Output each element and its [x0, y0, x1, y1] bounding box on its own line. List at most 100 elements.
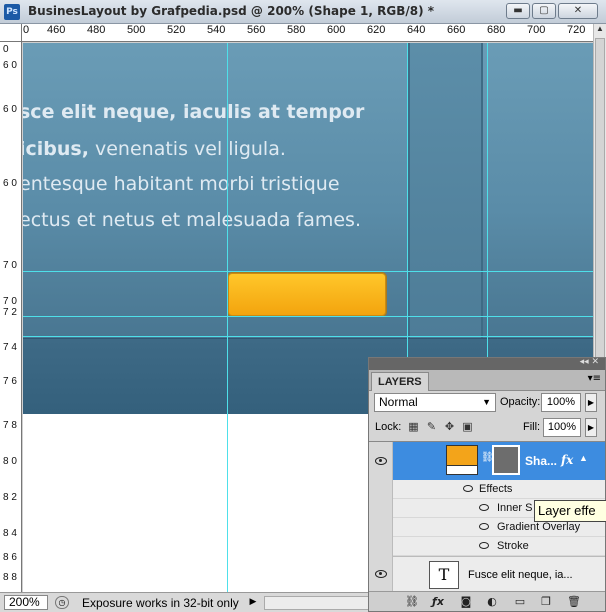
- layers-panel: ◂◂ ✕ LAYERS ▾≡ Normal ▼ Opacity: 100% ▶ …: [368, 357, 606, 612]
- visibility-column: [369, 480, 393, 556]
- ruler-label: 7 8: [3, 420, 17, 431]
- horizontal-ruler[interactable]: 0 460 480 500 520 540 560 580 600 620 64…: [22, 24, 593, 42]
- effects-label: Effects: [479, 483, 513, 495]
- scroll-up-icon[interactable]: ▲: [594, 24, 606, 37]
- status-message[interactable]: Exposure works in 32-bit only: [82, 596, 239, 610]
- photoshop-icon: Ps: [4, 4, 20, 20]
- layer-thumbnail: [446, 445, 478, 475]
- canvas-text-bold: icibus,: [23, 138, 89, 160]
- fill-slider-arrow-icon[interactable]: ▶: [585, 418, 597, 437]
- link-chain-icon[interactable]: ⛓: [481, 452, 494, 468]
- ruler-label: 8 8: [3, 572, 17, 583]
- vector-mask-thumbnail[interactable]: [492, 445, 520, 475]
- status-info-icon[interactable]: ◷: [55, 596, 69, 609]
- title-bar: Ps BusinesLayout by Grafpedia.psd @ 200%…: [0, 0, 606, 24]
- status-menu-arrow-icon[interactable]: ▶: [246, 596, 260, 607]
- ruler-label: 600: [327, 24, 346, 36]
- blend-mode-select[interactable]: Normal ▼: [374, 393, 496, 412]
- eye-icon[interactable]: [463, 485, 473, 492]
- opacity-label: Opacity:: [500, 396, 541, 408]
- tab-layers[interactable]: LAYERS: [371, 372, 429, 391]
- visibility-toggle[interactable]: [369, 442, 393, 480]
- canvas-text-line: sce elit neque, iaculis at tempor: [23, 101, 365, 123]
- ruler-label: 6 0: [3, 178, 17, 189]
- ruler-label: 460: [47, 24, 66, 36]
- horizontal-scrollbar[interactable]: [264, 596, 369, 610]
- fx-icon[interactable]: ƒx: [431, 595, 445, 609]
- chevron-down-icon: ▼: [482, 397, 491, 407]
- zoom-field[interactable]: 200%: [4, 595, 48, 610]
- effect-name: Gradient Overlay: [497, 521, 581, 533]
- ruler-label: 560: [247, 24, 266, 36]
- ruler-corner[interactable]: [0, 24, 22, 42]
- effect-row-stroke[interactable]: Stroke: [393, 537, 605, 556]
- adjustment-icon[interactable]: ◐: [485, 595, 499, 609]
- lock-pixels-icon[interactable]: ✎: [425, 420, 438, 433]
- fill-input[interactable]: 100%: [543, 418, 581, 437]
- collapse-panel-icon[interactable]: ◂◂ ✕: [580, 357, 599, 367]
- guide-line[interactable]: [23, 336, 593, 337]
- photoshop-window: Ps BusinesLayout by Grafpedia.psd @ 200%…: [0, 0, 606, 612]
- ruler-label: 700: [527, 24, 546, 36]
- minimize-button[interactable]: ▬: [506, 3, 530, 19]
- ruler-label: 520: [167, 24, 186, 36]
- ruler-label: 8 4: [3, 528, 17, 539]
- document-title: BusinesLayout by Grafpedia.psd @ 200% (S…: [28, 4, 435, 18]
- ruler-label: 660: [447, 24, 466, 36]
- new-layer-icon[interactable]: ❐: [539, 595, 553, 609]
- canvas-text-line: ectus et netus et malesuada fames.: [23, 209, 361, 231]
- panel-tab-bar: LAYERS ▾≡: [369, 370, 605, 391]
- ruler-label: 6 0: [3, 104, 17, 115]
- ruler-label: 7 4: [3, 342, 17, 353]
- vertical-ruler[interactable]: 0 6 0 6 0 6 0 7 0 7 0 7 2 7 4 7 6 7 8 8 …: [0, 42, 22, 592]
- opacity-input[interactable]: 100%: [541, 393, 581, 412]
- scrollbar-thumb[interactable]: [595, 38, 605, 358]
- layer-name[interactable]: Fusce elit neque, ia...: [468, 569, 573, 581]
- group-icon[interactable]: ▭: [513, 595, 527, 609]
- ruler-label: 480: [87, 24, 106, 36]
- ruler-label: 8 0: [3, 456, 17, 467]
- effects-row[interactable]: Effects: [393, 480, 605, 499]
- mask-icon[interactable]: ◙: [459, 595, 473, 609]
- ruler-label: 620: [367, 24, 386, 36]
- ruler-label: 500: [127, 24, 146, 36]
- eye-icon[interactable]: [479, 504, 489, 511]
- fx-icon[interactable]: fx: [561, 453, 573, 467]
- effect-name: Inner S: [497, 502, 533, 514]
- lock-transparency-icon[interactable]: ▦: [407, 420, 420, 433]
- ruler-label: 580: [287, 24, 306, 36]
- maximize-button[interactable]: ▢: [532, 3, 556, 19]
- layer-row-text[interactable]: T Fusce elit neque, ia...: [393, 556, 605, 591]
- eye-icon[interactable]: [479, 542, 489, 549]
- lock-position-icon[interactable]: ✥: [443, 420, 456, 433]
- layer-name[interactable]: Sha...: [525, 454, 557, 468]
- panel-menu-icon[interactable]: ▾≡: [588, 373, 601, 384]
- ruler-label: 0: [3, 44, 9, 55]
- close-button[interactable]: ✕: [558, 3, 598, 19]
- eye-icon: [375, 457, 387, 465]
- eye-icon[interactable]: [479, 523, 489, 530]
- layer-row-shape-1[interactable]: ⛓ Sha... fx ▲: [393, 442, 605, 480]
- eye-icon: [375, 570, 387, 578]
- trash-icon[interactable]: 🗑: [567, 595, 581, 609]
- panel-footer: ⛓ ƒx ◙ ◐ ▭ ❐ 🗑: [369, 591, 605, 611]
- guide-line[interactable]: [23, 316, 593, 317]
- sidebar-column-shape: [408, 43, 483, 338]
- canvas-text-rest: venenatis vel ligula.: [88, 138, 286, 160]
- ruler-label: 540: [207, 24, 226, 36]
- opacity-slider-arrow-icon[interactable]: ▶: [585, 393, 597, 412]
- guide-line[interactable]: [23, 271, 593, 272]
- ruler-label: 8 6: [3, 552, 17, 563]
- lock-all-icon[interactable]: ▣: [461, 420, 474, 433]
- visibility-toggle[interactable]: [369, 556, 393, 591]
- ruler-label: 6 0: [3, 60, 17, 71]
- expand-arrow-icon[interactable]: ▲: [579, 453, 588, 463]
- ruler-label: 7 2: [3, 307, 17, 318]
- ruler-label: 0: [23, 24, 30, 36]
- ruler-label: 8 2: [3, 492, 17, 503]
- ruler-label: 680: [487, 24, 506, 36]
- orange-button-shape[interactable]: [228, 273, 386, 316]
- tooltip: Layer effe: [534, 500, 606, 522]
- link-icon[interactable]: ⛓: [405, 595, 419, 609]
- guide-line[interactable]: [227, 43, 228, 592]
